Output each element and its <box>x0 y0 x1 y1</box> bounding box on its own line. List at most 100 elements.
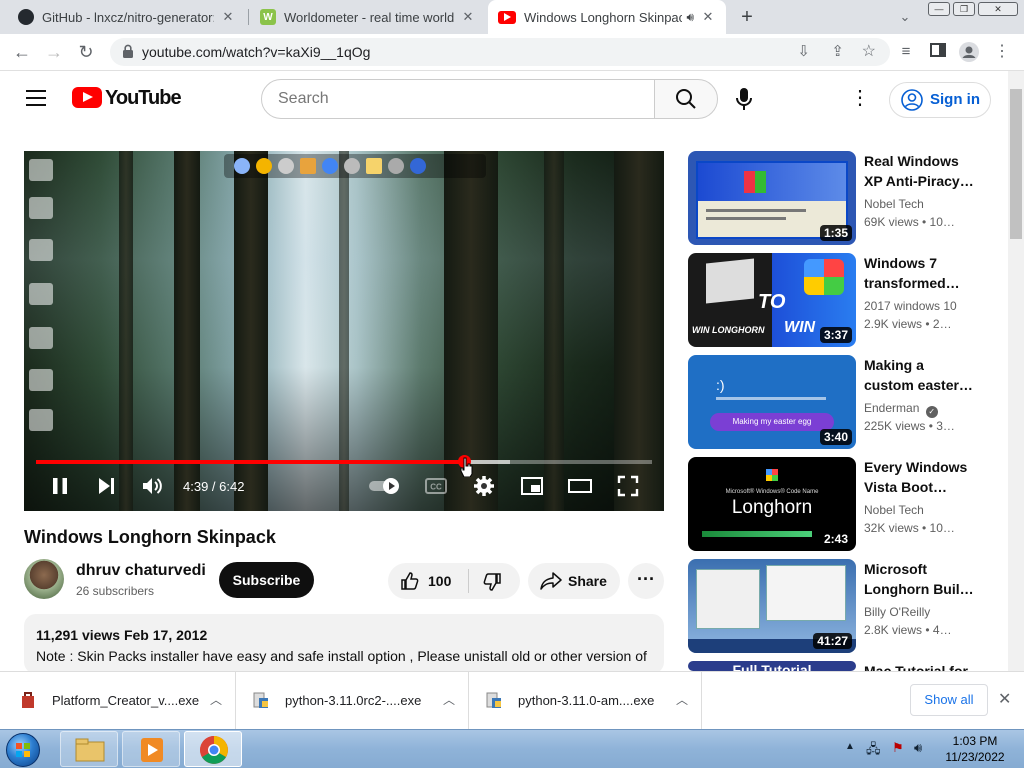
maximize-button[interactable]: ❐ <box>953 2 975 16</box>
start-button[interactable] <box>6 733 40 767</box>
channel-name[interactable]: dhruv chaturvedi <box>76 562 206 580</box>
settings-gear-icon[interactable] <box>472 474 496 498</box>
chrome-menu-icon[interactable]: ⋮ <box>992 42 1012 62</box>
volume-icon[interactable] <box>140 474 164 498</box>
video-thumbnail[interactable]: 41:27 <box>688 559 856 653</box>
clock-time: 1:03 PM <box>952 734 998 748</box>
desktop-icon <box>29 369 53 391</box>
close-icon[interactable]: ✕ <box>460 9 476 25</box>
recommendation-channel[interactable]: Billy O'Reilly <box>864 605 930 619</box>
media-control-icon[interactable]: ≡ <box>896 42 916 62</box>
youtube-logo-icon[interactable] <box>72 87 102 108</box>
next-video-icon[interactable] <box>94 474 118 498</box>
recommendation-title[interactable]: Mac Tutorial for <box>864 661 974 671</box>
bookmark-star-icon[interactable]: ☆ <box>862 41 876 61</box>
miniplayer-icon[interactable] <box>520 474 544 498</box>
system-clock[interactable]: 1:03 PM 11/23/2022 <box>940 733 1010 765</box>
forward-icon[interactable]: → <box>44 42 64 62</box>
close-icon[interactable]: ✕ <box>700 9 716 25</box>
back-icon[interactable]: ← <box>12 42 32 62</box>
share-icon[interactable]: ⇪ <box>831 42 844 60</box>
speaker-icon[interactable]: 🔊︎ <box>686 10 694 25</box>
chevron-up-icon[interactable]: ︿ <box>676 691 688 708</box>
tab-search-chevron-icon[interactable]: ⌄ <box>895 7 915 27</box>
fullscreen-icon[interactable] <box>616 474 640 498</box>
taskbar-chrome[interactable] <box>184 731 242 767</box>
subscribe-button[interactable]: Subscribe <box>219 562 314 598</box>
download-item[interactable]: python-3.11.0-am....exe ︿ <box>470 672 702 730</box>
video-title: Windows Longhorn Skinpack <box>24 527 276 547</box>
action-center-icon[interactable]: ⚑ <box>892 740 904 756</box>
video-thumbnail[interactable]: 1:35 <box>688 151 856 245</box>
recommendation-title[interactable]: Making a custom easter… <box>864 355 974 395</box>
sign-in-button[interactable]: Sign in <box>889 82 991 118</box>
description-box[interactable]: 11,291 views Feb 17, 2012 Note : Skin Pa… <box>24 614 664 674</box>
desktop-icon <box>29 327 53 349</box>
video-thumbnail[interactable]: Full Tutorial <box>688 661 856 671</box>
new-tab-icon[interactable]: + <box>737 7 757 27</box>
recommendation-item[interactable]: :) Making my easter egg 3:40 Making a cu… <box>688 355 988 449</box>
tray-expand-icon[interactable]: ▲ <box>845 741 855 752</box>
voice-search-button[interactable] <box>724 79 764 119</box>
close-icon[interactable]: ✕ <box>998 689 1011 709</box>
recommendation-channel[interactable]: Enderman ✓ <box>864 401 938 418</box>
recommendation-channel[interactable]: 2017 windows 10 <box>864 299 957 313</box>
recommendation-channel[interactable]: Nobel Tech <box>864 503 924 517</box>
menu-icon[interactable] <box>26 90 46 106</box>
chevron-up-icon[interactable]: ︿ <box>210 691 222 708</box>
url-text: youtube.com/watch?v=kaXi9__1qOg <box>142 44 371 60</box>
tab-youtube[interactable]: Windows Longhorn Skinpack 🔊︎ ✕ <box>488 0 726 34</box>
video-frame-trunk <box>614 151 664 511</box>
progress-bar[interactable] <box>36 455 652 468</box>
video-thumbnail[interactable]: :) Making my easter egg 3:40 <box>688 355 856 449</box>
minimize-button[interactable]: — <box>928 2 950 16</box>
search-button[interactable] <box>654 79 718 119</box>
install-icon[interactable]: ⇩ <box>797 42 810 60</box>
video-thumbnail[interactable]: TO WIN LONGHORN WIN 3:37 <box>688 253 856 347</box>
profile-avatar-icon[interactable] <box>959 42 979 62</box>
download-item[interactable]: python-3.11.0rc2-....exe ︿ <box>237 672 469 730</box>
taskbar-explorer[interactable] <box>60 731 118 767</box>
close-icon[interactable]: ✕ <box>220 9 236 25</box>
channel-avatar[interactable] <box>24 559 64 599</box>
recommendation-title[interactable]: Every Windows Vista Boot… <box>864 457 974 497</box>
settings-more-icon[interactable]: ⋮ <box>850 87 870 111</box>
side-panel-icon[interactable] <box>928 42 948 62</box>
recommendation-item[interactable]: TO WIN LONGHORN WIN 3:37 Windows 7 trans… <box>688 253 988 347</box>
like-icon[interactable] <box>400 571 420 591</box>
recommendation-item[interactable]: 1:35 Real Windows XP Anti-Piracy… Nobel … <box>688 151 988 245</box>
video-player[interactable]: 4:39 / 6:42 CC <box>24 151 664 511</box>
chevron-up-icon[interactable]: ︿ <box>443 691 455 708</box>
search-input[interactable]: Search <box>261 79 655 119</box>
captions-icon[interactable]: CC <box>424 474 448 498</box>
video-thumbnail[interactable]: Microsoft® Windows® Code Name Longhorn 2… <box>688 457 856 551</box>
autoplay-toggle[interactable] <box>368 474 402 498</box>
recommendation-title[interactable]: Microsoft Longhorn Buil… <box>864 559 974 599</box>
scrollbar-thumb[interactable] <box>1010 89 1022 239</box>
youtube-logo-text[interactable]: YouTube <box>105 87 182 110</box>
pause-icon[interactable] <box>48 474 72 498</box>
volume-tray-icon[interactable]: 🔊︎ <box>914 740 922 756</box>
recommendation-item[interactable]: Microsoft® Windows® Code Name Longhorn 2… <box>688 457 988 551</box>
reload-icon[interactable]: ↻ <box>76 42 96 62</box>
share-button[interactable]: Share <box>528 563 620 599</box>
recommendation-item[interactable]: Full Tutorial Mac Tutorial for <box>688 661 988 671</box>
recommendation-item[interactable]: 41:27 Microsoft Longhorn Buil… Billy O'R… <box>688 559 988 653</box>
show-all-downloads-button[interactable]: Show all <box>910 684 988 716</box>
tab-github[interactable]: GitHub - lnxcz/nitro-generator: ✕ <box>8 0 246 34</box>
page-scrollbar[interactable] <box>1008 71 1024 671</box>
theater-mode-icon[interactable] <box>568 474 592 498</box>
dislike-icon[interactable] <box>482 572 502 592</box>
recommendation-title[interactable]: Windows 7 transformed… <box>864 253 974 293</box>
recommendation-title[interactable]: Real Windows XP Anti-Piracy… <box>864 151 974 191</box>
network-icon[interactable]: 🖧︎ <box>866 740 881 762</box>
address-bar[interactable]: youtube.com/watch?v=kaXi9__1qOg ⇩ ⇪ ☆ <box>110 38 890 66</box>
like-count[interactable]: 100 <box>428 573 451 589</box>
tab-divider <box>248 9 249 25</box>
taskbar-media-player[interactable] <box>122 731 180 767</box>
window-close-button[interactable]: ✕ <box>978 2 1018 16</box>
download-item[interactable]: Platform_Creator_v....exe ︿ <box>4 672 236 730</box>
more-actions-button[interactable]: ··· <box>628 563 664 599</box>
tab-worldometer[interactable]: W Worldometer - real time world st ✕ <box>250 0 486 34</box>
recommendation-channel[interactable]: Nobel Tech <box>864 197 924 211</box>
